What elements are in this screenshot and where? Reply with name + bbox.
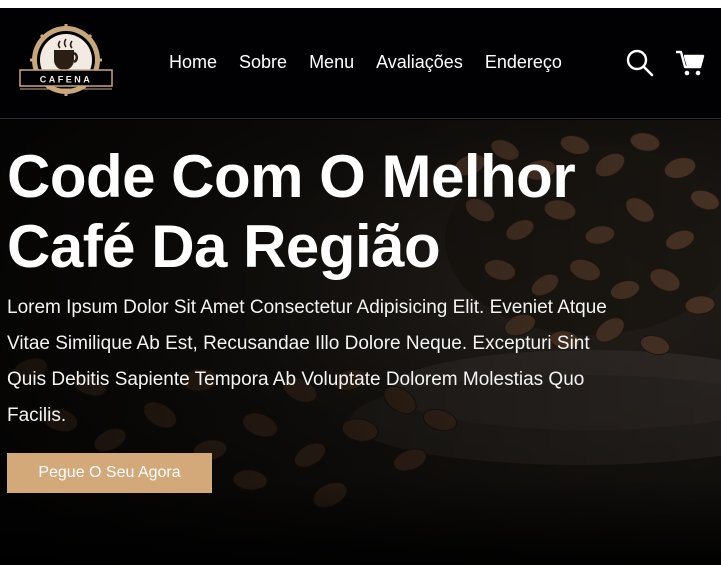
nav-menu[interactable]: Menu	[309, 52, 354, 73]
main-nav: Home Sobre Menu Avaliações Endereço	[169, 52, 584, 73]
cta-button[interactable]: Pegue O Seu Agora	[7, 453, 212, 493]
hero-title-line2: Café Da Região	[7, 213, 441, 280]
cafena-logo[interactable]: CAFENA	[18, 24, 114, 104]
site-header: CAFENA Home Sobre Menu Avaliações Endere…	[0, 8, 721, 119]
nav-sobre[interactable]: Sobre	[239, 52, 287, 73]
hero-title-line1: Code Com O Melhor	[7, 143, 576, 210]
hero-section: Code Com O Melhor Café Da Região Lorem I…	[0, 120, 721, 565]
nav-home[interactable]: Home	[169, 52, 217, 73]
nav-endereco[interactable]: Endereço	[485, 52, 562, 73]
search-icon[interactable]	[625, 48, 655, 78]
logo-text: CAFENA	[40, 75, 93, 85]
hero-text: Lorem Ipsum Dolor Sit Amet Consectetur A…	[7, 297, 607, 426]
nav-avaliacoes[interactable]: Avaliações	[376, 52, 463, 73]
top-strip	[0, 0, 721, 8]
cart-icon[interactable]	[675, 48, 705, 78]
header-icons	[605, 48, 705, 78]
hero-title: Code Com O Melhor Café Da Região	[7, 142, 647, 282]
